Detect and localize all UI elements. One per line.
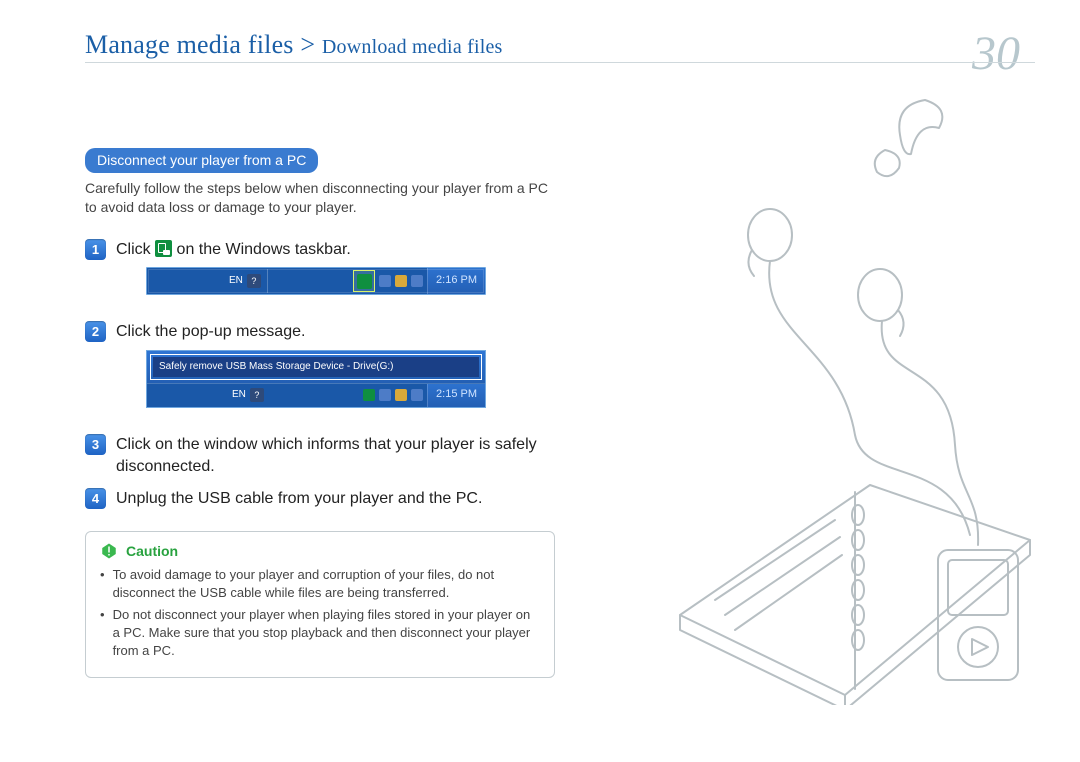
decorative-illustration — [620, 95, 1050, 705]
popup-balloon: Safely remove USB Mass Storage Device - … — [147, 351, 485, 383]
step-4: 4 Unplug the USB cable from your player … — [85, 488, 555, 510]
step-number-badge: 1 — [85, 239, 106, 260]
content-column: Disconnect your player from a PC Careful… — [85, 148, 555, 678]
step-1-text-post: on the Windows taskbar. — [172, 241, 351, 258]
section-intro: Carefully follow the steps below when di… — [85, 179, 555, 217]
step-4-text: Unplug the USB cable from your player an… — [116, 488, 555, 510]
step-2-text: Click the pop-up message. — [116, 323, 305, 340]
caution-item: Do not disconnect your player when playi… — [100, 606, 540, 661]
language-label: EN — [229, 274, 243, 288]
help-icon: ? — [250, 388, 264, 402]
step-number-badge: 2 — [85, 321, 106, 342]
caution-item: To avoid damage to your player and corru… — [100, 566, 540, 602]
caution-label: Caution — [126, 543, 178, 559]
safely-remove-hardware-icon — [155, 240, 172, 257]
step-list: 1 Click on the Windows taskbar. EN ? 2:1… — [85, 239, 555, 511]
highlighted-tray-icon — [353, 270, 375, 292]
taskbar-screenshot-1: EN ? 2:16 PM — [146, 267, 486, 295]
language-indicator: EN ? — [229, 274, 261, 288]
taskbar-screenshot-2: Safely remove USB Mass Storage Device - … — [146, 350, 486, 408]
breadcrumb-main: Manage media files — [85, 30, 294, 59]
step-number-badge: 3 — [85, 434, 106, 455]
system-tray — [359, 389, 427, 401]
step-3-text: Click on the window which informs that y… — [116, 434, 555, 479]
breadcrumb: Manage media files > Download media file… — [85, 30, 503, 60]
step-1-text-pre: Click — [116, 241, 155, 258]
breadcrumb-sub: Download media files — [322, 36, 503, 58]
language-label: EN — [232, 388, 246, 402]
language-indicator: EN ? — [232, 388, 264, 402]
taskbar-clock: 2:16 PM — [427, 268, 485, 294]
taskbar-clock: 2:15 PM — [427, 384, 485, 407]
step-number-badge: 4 — [85, 488, 106, 509]
step-2: 2 Click the pop-up message. Safely remov… — [85, 321, 555, 423]
breadcrumb-sep: > — [294, 30, 322, 59]
section-heading-pill: Disconnect your player from a PC — [85, 148, 318, 173]
system-tray — [375, 275, 427, 287]
caution-box: Caution To avoid damage to your player a… — [85, 531, 555, 678]
page-number: 30 — [972, 30, 1020, 78]
popup-message: Safely remove USB Mass Storage Device - … — [153, 357, 479, 377]
caution-list: To avoid damage to your player and corru… — [100, 566, 540, 661]
step-1: 1 Click on the Windows taskbar. EN ? 2:1… — [85, 239, 555, 311]
page-header: Manage media files > Download media file… — [85, 30, 1020, 78]
caution-icon — [100, 542, 118, 560]
page: Manage media files > Download media file… — [0, 0, 1080, 762]
help-icon: ? — [247, 274, 261, 288]
header-rule — [85, 62, 1035, 63]
taskbar-divider — [267, 269, 268, 293]
step-3: 3 Click on the window which informs that… — [85, 434, 555, 479]
